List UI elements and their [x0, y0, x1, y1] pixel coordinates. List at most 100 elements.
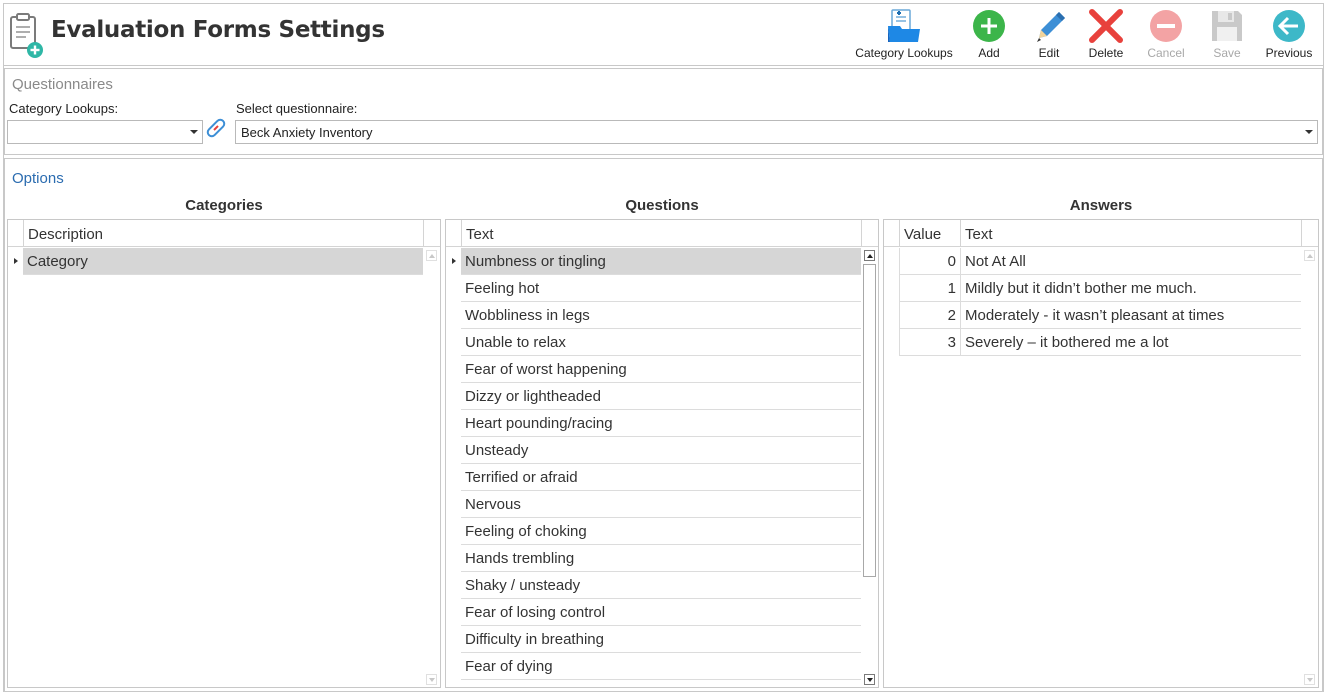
category-lookups-icon [888, 9, 920, 42]
table-row[interactable]: Heart pounding/racing [446, 410, 861, 437]
row-indicator-icon [14, 258, 18, 264]
selected-questionnaire: Beck Anxiety Inventory [241, 125, 373, 140]
save-button[interactable]: Save [1206, 4, 1248, 64]
questions-scrollbar[interactable] [861, 248, 878, 687]
add-label: Add [978, 46, 1000, 60]
cancel-button[interactable]: Cancel [1142, 4, 1190, 64]
table-row[interactable]: Fear of worst happening [446, 356, 861, 383]
evaluation-form-icon [10, 13, 43, 58]
question-text-cell: Unsteady [461, 437, 861, 464]
scroll-up-icon[interactable] [864, 250, 875, 261]
scroll-down-icon[interactable] [1304, 674, 1315, 685]
table-row[interactable]: Wobbliness in legs [446, 302, 861, 329]
questions-title: Questions [625, 197, 699, 214]
scroll-down-icon[interactable] [426, 674, 437, 685]
answer-text-cell: Severely – it bothered me a lot [960, 329, 1301, 356]
column-header-value[interactable]: Value [899, 220, 960, 247]
questions-grid-header: Text [446, 220, 878, 247]
table-row[interactable]: Nervous [446, 491, 861, 518]
question-text-cell: Wobbliness in legs [461, 302, 861, 329]
add-button[interactable]: Add [968, 4, 1010, 64]
answers-title: Answers [1069, 197, 1133, 214]
scroll-down-icon[interactable] [864, 674, 875, 685]
question-text-cell: Feeling hot [461, 275, 861, 302]
question-text-cell: Dizzy or lightheaded [461, 383, 861, 410]
question-text-cell: Fear of losing control [461, 599, 861, 626]
delete-label: Delete [1088, 46, 1124, 60]
table-row[interactable]: Shaky / unsteady [446, 572, 861, 599]
questionnaires-title: Questionnaires [12, 76, 113, 93]
category-lookups-label: Category Lookups [855, 46, 953, 60]
header-spacer [423, 220, 440, 247]
previous-label: Previous [1265, 46, 1313, 60]
previous-button[interactable]: Previous [1262, 4, 1316, 64]
header-bar: Evaluation Forms Settings Category Looku… [4, 4, 1323, 66]
table-row[interactable]: 3 Severely – it bothered me a lot [884, 329, 1301, 356]
categories-scrollbar[interactable] [423, 248, 440, 687]
chevron-down-icon [1305, 130, 1313, 134]
select-questionnaire-label: Select questionnaire: [236, 101, 358, 116]
question-text-cell: Nervous [461, 491, 861, 518]
question-text-cell: Unable to relax [461, 329, 861, 356]
table-row[interactable]: Dizzy or lightheaded [446, 383, 861, 410]
link-chain-icon[interactable] [203, 115, 229, 141]
table-row[interactable]: Terrified or afraid [446, 464, 861, 491]
category-cell: Category [23, 248, 423, 275]
back-arrow-icon [1273, 10, 1305, 42]
column-header-text[interactable]: Text [960, 220, 1301, 247]
table-row[interactable]: Feeling of choking [446, 518, 861, 545]
table-row[interactable]: Fear of dying [446, 653, 861, 680]
question-text-cell: Terrified or afraid [461, 464, 861, 491]
table-row[interactable]: Unable to relax [446, 329, 861, 356]
category-lookups-dropdown[interactable] [7, 120, 203, 144]
question-text-cell: Difficulty in breathing [461, 626, 861, 653]
answers-grid-header: Value Text [884, 220, 1318, 247]
scroll-up-icon[interactable] [1304, 250, 1315, 261]
delete-button[interactable]: Delete [1084, 4, 1128, 64]
questions-grid[interactable]: Text Numbness or tingling Feeling hot Wobb… [445, 219, 879, 688]
header-spacer [1301, 220, 1318, 247]
categories-grid-header: Description [8, 220, 440, 247]
table-row[interactable]: Category [8, 248, 423, 275]
categories-title: Categories [185, 197, 263, 214]
scroll-thumb[interactable] [863, 264, 876, 577]
table-row[interactable]: Numbness or tingling [446, 248, 861, 275]
questionnaires-panel: Questionnaires Category Lookups: Select … [4, 68, 1323, 155]
question-text-cell: Heart pounding/racing [461, 410, 861, 437]
answer-value-cell: 1 [899, 275, 960, 302]
question-text-cell: Fear of dying [461, 653, 861, 680]
answer-text-cell: Moderately - it wasn’t pleasant at times [960, 302, 1301, 329]
category-lookups-button[interactable]: Category Lookups [852, 4, 956, 64]
save-floppy-icon [1212, 11, 1242, 41]
edit-label: Edit [1038, 46, 1060, 60]
page-title: Evaluation Forms Settings [51, 17, 385, 43]
table-row[interactable]: 0 Not At All [884, 248, 1301, 275]
edit-pencil-icon [1037, 12, 1065, 42]
table-row[interactable]: Fear of losing control [446, 599, 861, 626]
scroll-up-icon[interactable] [426, 250, 437, 261]
select-questionnaire-dropdown[interactable]: Beck Anxiety Inventory [235, 120, 1318, 144]
column-header-description[interactable]: Description [23, 220, 423, 247]
category-lookups-field-label: Category Lookups: [9, 101, 119, 116]
table-row[interactable]: 2 Moderately - it wasn’t pleasant at time… [884, 302, 1301, 329]
header-spacer [861, 220, 878, 247]
cancel-icon [1150, 10, 1182, 42]
answer-value-cell: 2 [899, 302, 960, 329]
table-row[interactable]: 1 Mildly but it didn’t bother me much. [884, 275, 1301, 302]
answer-value-cell: 0 [899, 248, 960, 275]
question-text-cell: Fear of worst happening [461, 356, 861, 383]
answers-grid[interactable]: Value Text 0 Not At All 1 Mildly but it did… [883, 219, 1319, 688]
answer-text-cell: Mildly but it didn’t bother me much. [960, 275, 1301, 302]
question-text-cell: Numbness or tingling [461, 248, 861, 275]
edit-button[interactable]: Edit [1028, 4, 1070, 64]
categories-grid[interactable]: Description Category [7, 219, 441, 688]
delete-x-icon [1089, 9, 1123, 43]
table-row[interactable]: Difficulty in breathing [446, 626, 861, 653]
column-header-text[interactable]: Text [461, 220, 861, 247]
row-indicator-icon [452, 258, 456, 264]
table-row[interactable]: Unsteady [446, 437, 861, 464]
answers-scrollbar[interactable] [1301, 248, 1318, 687]
add-icon [973, 10, 1005, 42]
table-row[interactable]: Feeling hot [446, 275, 861, 302]
table-row[interactable]: Hands trembling [446, 545, 861, 572]
